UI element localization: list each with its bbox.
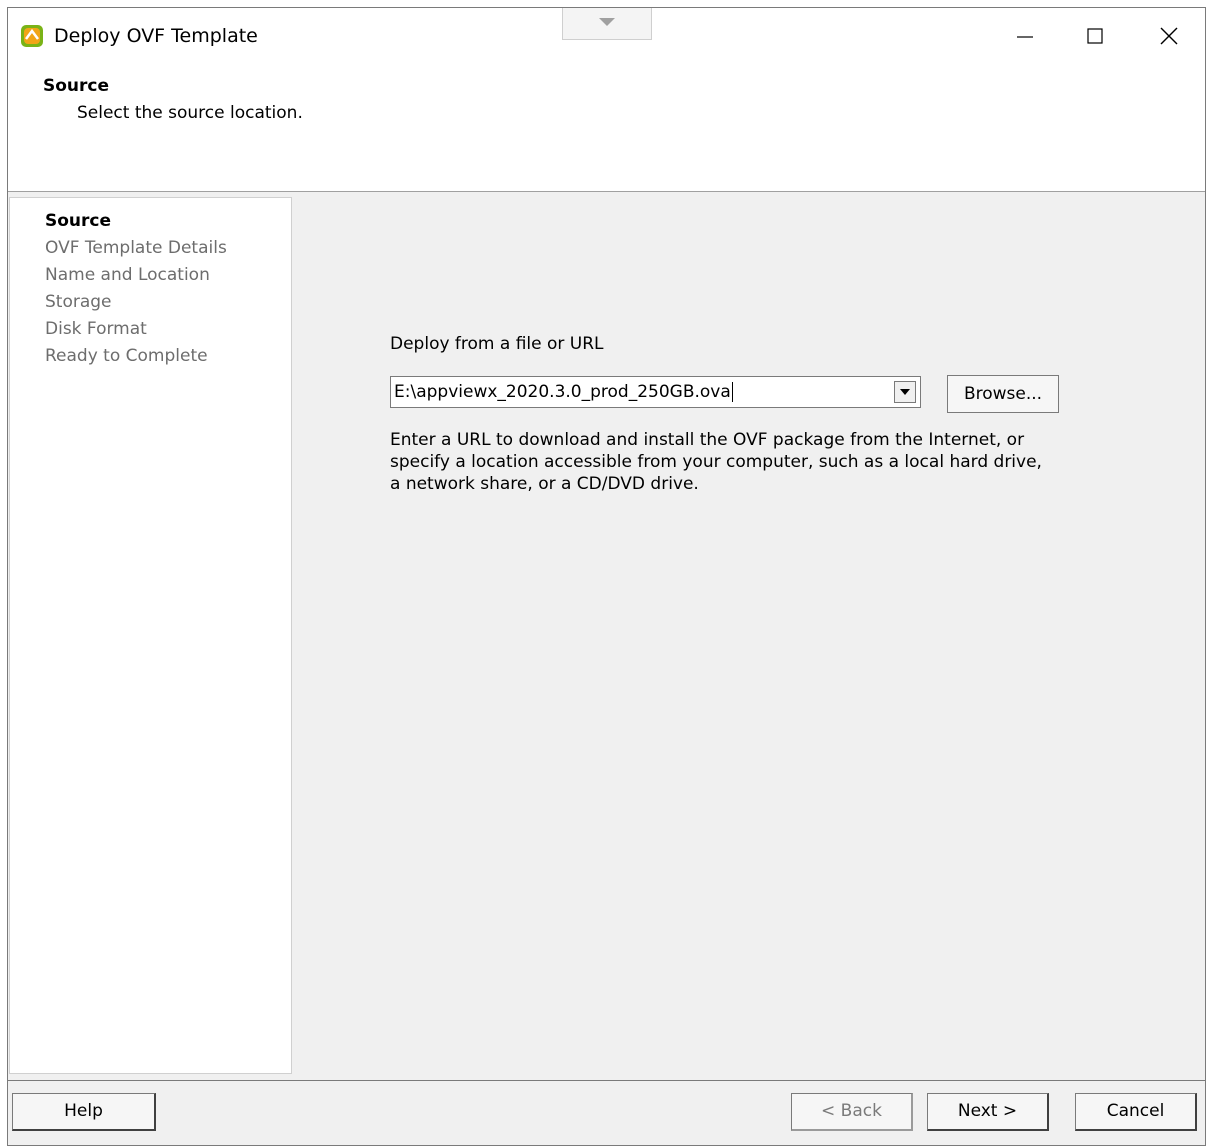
close-icon: [1160, 27, 1178, 45]
window-title: Deploy OVF Template: [54, 25, 258, 47]
source-path-input[interactable]: E:\appviewx_2020.3.0_prod_250GB.ova: [394, 382, 733, 402]
step-source: Source: [45, 211, 112, 231]
collapse-tab[interactable]: [562, 8, 652, 40]
footer-divider: [8, 1080, 1205, 1081]
deploy-source-label: Deploy from a file or URL: [390, 334, 604, 354]
wizard-steps: Source OVF Template Details Name and Loc…: [9, 197, 292, 1074]
step-ovf-template-details: OVF Template Details: [45, 238, 227, 258]
page-title: Source: [43, 76, 110, 96]
step-ready-to-complete: Ready to Complete: [45, 346, 208, 366]
close-button[interactable]: [1146, 18, 1192, 54]
chevron-down-icon: [599, 18, 615, 26]
cancel-button[interactable]: Cancel: [1075, 1093, 1197, 1131]
browse-button[interactable]: Browse...: [947, 375, 1059, 413]
step-storage: Storage: [45, 292, 112, 312]
source-help-text: Enter a URL to download and install the …: [390, 430, 1042, 494]
vsphere-app-icon: [20, 24, 44, 48]
source-dropdown-button[interactable]: [894, 381, 916, 403]
source-combobox[interactable]: E:\appviewx_2020.3.0_prod_250GB.ova: [390, 376, 921, 408]
deploy-ovf-dialog: Deploy OVF Template Source Select the so…: [7, 7, 1206, 1146]
page-subtitle: Select the source location.: [77, 103, 303, 123]
back-button[interactable]: < Back: [791, 1093, 913, 1131]
step-name-and-location: Name and Location: [45, 265, 210, 285]
next-button[interactable]: Next >: [927, 1093, 1049, 1131]
minimize-button[interactable]: [1002, 18, 1048, 54]
help-button[interactable]: Help: [12, 1093, 156, 1131]
maximize-icon: [1087, 28, 1103, 44]
chevron-down-icon: [900, 389, 910, 395]
dialog-header: Deploy OVF Template Source Select the so…: [8, 8, 1205, 192]
maximize-button[interactable]: [1072, 18, 1118, 54]
minimize-icon: [1017, 36, 1033, 38]
step-disk-format: Disk Format: [45, 319, 147, 339]
